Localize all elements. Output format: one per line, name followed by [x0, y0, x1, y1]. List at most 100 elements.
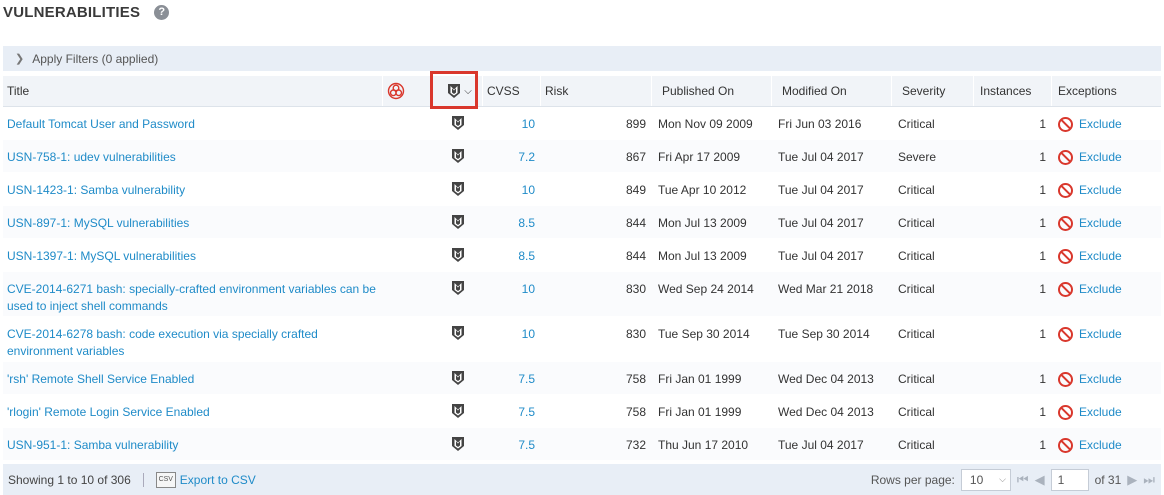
metasploit-icon[interactable]: [451, 325, 465, 341]
risk-score: 830: [625, 282, 646, 296]
exclude-button[interactable]: Exclude: [1058, 371, 1161, 388]
cvss-score[interactable]: 7.5: [483, 395, 541, 421]
column-header-malware[interactable]: [383, 76, 433, 106]
metasploit-icon[interactable]: [451, 280, 465, 296]
table-row: USN-897-1: MySQL vulnerabilities 8.5 844 Mo…: [3, 206, 1161, 239]
ban-icon: [1058, 438, 1073, 453]
vulnerability-title-link[interactable]: USN-1397-1: MySQL vulnerabilities: [3, 239, 383, 265]
column-header-exceptions[interactable]: Exceptions: [1052, 76, 1161, 106]
metasploit-icon[interactable]: [451, 403, 465, 419]
exploit-cell: [433, 395, 483, 419]
cvss-score[interactable]: 7.2: [483, 140, 541, 166]
next-page-icon[interactable]: ▶: [1127, 472, 1137, 488]
instances-count: 1: [1039, 249, 1046, 263]
export-csv-label: Export to CSV: [179, 472, 256, 487]
metasploit-icon[interactable]: [451, 436, 465, 452]
table-row: Default Tomcat User and Password 10 899 Mon…: [3, 107, 1161, 140]
export-csv-button[interactable]: CSV Export to CSV: [155, 471, 256, 488]
vulnerability-title-link[interactable]: Default Tomcat User and Password: [3, 107, 383, 133]
cvss-score[interactable]: 8.5: [483, 239, 541, 265]
column-header-instances[interactable]: Instances: [974, 76, 1052, 106]
vulnerability-title-link[interactable]: USN-951-1: Samba vulnerability: [3, 428, 383, 454]
risk-score: 867: [625, 150, 646, 164]
vulnerability-title-link[interactable]: USN-1423-1: Samba vulnerability: [3, 173, 383, 199]
page-input[interactable]: 1: [1050, 468, 1089, 491]
risk-score: 849: [625, 183, 646, 197]
column-header-modified[interactable]: Modified On: [772, 76, 892, 106]
table-row: USN-1423-1: Samba vulnerability 10 849 Tue …: [3, 173, 1161, 206]
vulnerability-title-link[interactable]: USN-758-1: udev vulnerabilities: [3, 140, 383, 166]
exclude-button[interactable]: Exclude: [1058, 326, 1161, 343]
exception-cell: Exclude: [1052, 395, 1161, 421]
column-header-cvss[interactable]: CVSS: [483, 76, 541, 106]
first-page-icon[interactable]: ⏮: [1017, 472, 1029, 488]
vulnerability-title-link[interactable]: CVE-2014-6278 bash: code execution via s…: [3, 317, 383, 360]
severity-value: Critical: [898, 282, 935, 296]
malware-cell: [383, 362, 433, 371]
risk-score: 758: [625, 372, 646, 386]
modified-date: Tue Sep 30 2014: [778, 327, 870, 341]
column-header-risk[interactable]: Risk: [541, 76, 652, 106]
cvss-score[interactable]: 7.5: [483, 428, 541, 454]
metasploit-icon[interactable]: [451, 247, 465, 263]
exception-cell: Exclude: [1052, 362, 1161, 388]
apply-filters-label: Apply Filters (0 applied): [32, 51, 159, 66]
table-header: Title ⌵ CVSS Risk Published On Modified …: [3, 76, 1161, 107]
exclude-button[interactable]: Exclude: [1058, 404, 1161, 421]
metasploit-icon[interactable]: [451, 181, 465, 197]
modified-date: Wed Dec 04 2013: [778, 405, 874, 419]
column-header-severity[interactable]: Severity: [892, 76, 974, 106]
published-date: Fri Jan 01 1999: [658, 405, 742, 419]
metasploit-icon[interactable]: [451, 148, 465, 164]
malware-cell: [383, 395, 433, 404]
apply-filters-bar[interactable]: ❯ Apply Filters (0 applied): [3, 46, 1161, 71]
column-header-title[interactable]: Title: [3, 76, 383, 106]
malware-cell: [383, 272, 433, 281]
cvss-score[interactable]: 10: [483, 107, 541, 133]
vulnerability-title-link[interactable]: 'rsh' Remote Shell Service Enabled: [3, 362, 383, 388]
column-header-published[interactable]: Published On: [652, 76, 772, 106]
cvss-score[interactable]: 8.5: [483, 206, 541, 232]
metasploit-icon[interactable]: [451, 214, 465, 230]
exclude-button[interactable]: Exclude: [1058, 116, 1161, 133]
ban-icon: [1058, 405, 1073, 420]
exclude-button[interactable]: Exclude: [1058, 281, 1161, 298]
table-row: USN-1397-1: MySQL vulnerabilities 8.5 844 M…: [3, 239, 1161, 272]
metasploit-icon[interactable]: [451, 370, 465, 386]
modified-date: Fri Jun 03 2016: [778, 117, 862, 131]
exclude-button[interactable]: Exclude: [1058, 182, 1161, 199]
vulnerability-title-link[interactable]: USN-897-1: MySQL vulnerabilities: [3, 206, 383, 232]
exclude-label: Exclude: [1079, 216, 1122, 230]
biohazard-icon: [387, 82, 405, 100]
exploit-cell: [433, 428, 483, 452]
cvss-score[interactable]: 10: [483, 317, 541, 343]
cvss-score[interactable]: 7.5: [483, 362, 541, 388]
ban-icon: [1058, 327, 1073, 342]
metasploit-icon[interactable]: [451, 115, 465, 131]
exploit-cell: [433, 107, 483, 131]
vulnerability-title-link[interactable]: 'rlogin' Remote Login Service Enabled: [3, 395, 383, 421]
vulnerability-title-link[interactable]: CVE-2014-6271 bash: specially-crafted en…: [3, 272, 383, 315]
rows-per-page-select[interactable]: 10 ⌵: [960, 468, 1011, 491]
help-icon[interactable]: ?: [154, 4, 170, 20]
exclude-label: Exclude: [1079, 282, 1122, 296]
exploit-cell: [433, 206, 483, 230]
exclude-label: Exclude: [1079, 117, 1122, 131]
exclude-button[interactable]: Exclude: [1058, 149, 1161, 166]
table-footer: Showing 1 to 10 of 306 CSV Export to CSV…: [3, 464, 1161, 495]
previous-page-icon[interactable]: ◀: [1035, 472, 1045, 488]
exclude-button[interactable]: Exclude: [1058, 437, 1161, 454]
exclude-button[interactable]: Exclude: [1058, 215, 1161, 232]
ban-icon: [1058, 216, 1073, 231]
exclude-button[interactable]: Exclude: [1058, 248, 1161, 265]
published-date: Fri Apr 17 2009: [658, 150, 741, 164]
exception-cell: Exclude: [1052, 428, 1161, 454]
chevron-down-icon: ⌵: [999, 474, 1006, 484]
last-page-icon[interactable]: ⏭: [1143, 472, 1155, 488]
cvss-score[interactable]: 10: [483, 272, 541, 298]
ban-icon: [1058, 372, 1073, 387]
risk-score: 844: [625, 216, 646, 230]
instances-count: 1: [1039, 438, 1046, 452]
exception-cell: Exclude: [1052, 140, 1161, 166]
cvss-score[interactable]: 10: [483, 173, 541, 199]
